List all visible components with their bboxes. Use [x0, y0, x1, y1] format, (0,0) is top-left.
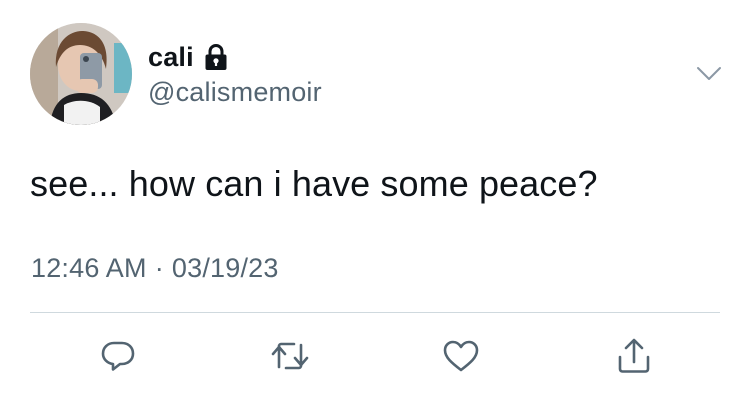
- action-bar: [0, 330, 750, 382]
- reply-button[interactable]: [98, 336, 138, 376]
- display-name[interactable]: cali: [148, 43, 194, 71]
- tweet-text: see... how can i have some peace?: [30, 163, 598, 204]
- divider: [30, 312, 720, 313]
- tweet-date: 03/19/23: [171, 253, 279, 283]
- like-button[interactable]: [441, 336, 481, 376]
- chevron-down-icon[interactable]: [694, 63, 724, 85]
- retweet-button[interactable]: [270, 336, 310, 376]
- retweet-icon: [271, 342, 309, 370]
- tweet-time: 12:46 AM: [31, 253, 147, 283]
- reply-icon: [101, 341, 135, 371]
- avatar-photo: [30, 23, 132, 125]
- avatar[interactable]: [30, 23, 132, 125]
- share-icon: [618, 338, 650, 373]
- author-name-row: cali: [148, 40, 228, 74]
- heart-icon: [443, 340, 479, 372]
- tweet-timestamp[interactable]: 12:46 AM · 03/19/23: [31, 255, 279, 282]
- tweet-card: cali @calismemoir see... how can i have …: [0, 0, 750, 401]
- author-handle[interactable]: @calismemoir: [148, 79, 322, 106]
- meta-separator: ·: [154, 253, 164, 283]
- share-button[interactable]: [614, 336, 654, 376]
- lock-icon: [204, 44, 228, 71]
